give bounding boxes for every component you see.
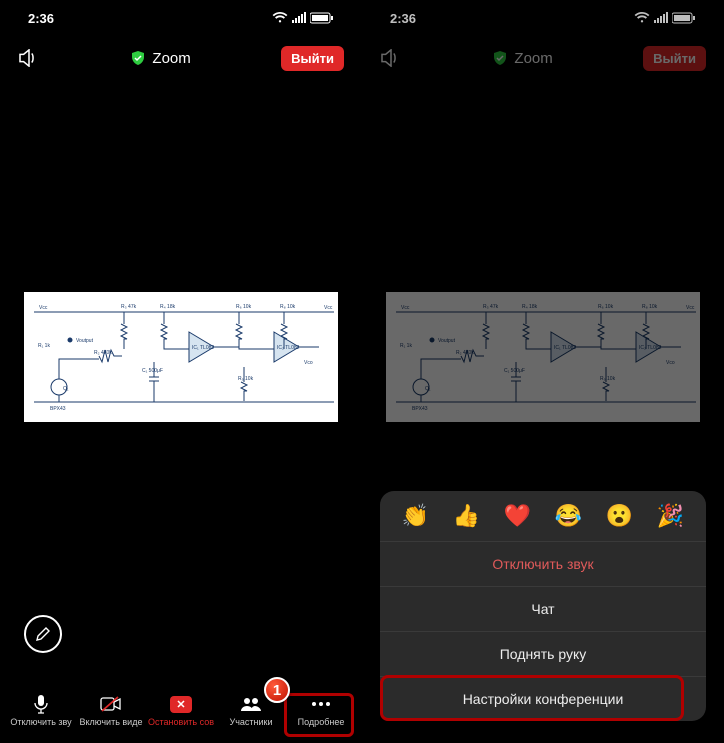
status-bar: 2:36 (362, 0, 724, 36)
svg-text:IC₁ TL082: IC₁ TL082 (554, 345, 576, 351)
shared-content: Vcc R₃ 47k R₄ 18k R₆ 10k R₈ 10k Voutput … (386, 292, 700, 422)
svg-text:IC₁ TL082: IC₁ TL082 (192, 345, 214, 351)
microphone-icon (33, 694, 49, 714)
svg-text:Vco: Vco (666, 360, 675, 366)
svg-text:R₄ 18k: R₄ 18k (522, 304, 538, 310)
svg-text:R₃ 47k: R₃ 47k (483, 304, 499, 310)
signal-icon (654, 12, 668, 24)
participants-label: Участники (230, 717, 273, 727)
clock-time: 2:36 (390, 11, 416, 26)
menu-meeting-settings[interactable]: Настройки конференции (380, 677, 706, 721)
leave-button[interactable]: Выйти (281, 46, 344, 71)
phone-screen-left: 2:36 Zoom Выйти (0, 0, 362, 743)
meeting-top-bar: Zoom Выйти (0, 36, 362, 80)
stop-share-button[interactable]: ✕ Остановить сов (146, 693, 216, 727)
more-menu: 👏 👍 ❤️ 😂 😮 🎉 Отключить звук Чат Поднять … (380, 491, 706, 721)
signal-icon (292, 12, 306, 24)
speaker-icon[interactable] (380, 49, 402, 67)
more-button[interactable]: Подробнее (286, 693, 356, 727)
svg-text:R₁ 1k: R₁ 1k (38, 343, 50, 349)
svg-text:R₆ 10k: R₆ 10k (598, 304, 614, 310)
shield-icon (492, 50, 508, 66)
svg-text:C₁ 500μF: C₁ 500μF (142, 368, 163, 374)
svg-text:R₂ 470k: R₂ 470k (94, 350, 112, 356)
reaction-laugh[interactable]: 😂 (555, 503, 582, 529)
video-button[interactable]: Включить виде (76, 693, 146, 727)
svg-text:Q₁: Q₁ (425, 386, 431, 392)
reaction-wow[interactable]: 😮 (606, 503, 633, 529)
video-label: Включить виде (80, 717, 143, 727)
speaker-icon[interactable] (18, 49, 40, 67)
participants-icon (240, 696, 262, 712)
wifi-icon (634, 12, 650, 24)
svg-text:Vcc: Vcc (401, 305, 410, 311)
svg-text:R₂ 470k: R₂ 470k (456, 350, 474, 356)
svg-text:R₁ 1k: R₁ 1k (400, 343, 412, 349)
participants-button[interactable]: Участники (216, 693, 286, 727)
leave-button[interactable]: Выйти (643, 46, 706, 71)
svg-text:R₆ 10k: R₆ 10k (236, 304, 252, 310)
more-horizontal-icon (310, 701, 332, 707)
menu-chat[interactable]: Чат (380, 587, 706, 632)
status-bar: 2:36 (0, 0, 362, 36)
mute-label: Отключить зву (10, 717, 71, 727)
svg-text:Q₁: Q₁ (63, 386, 69, 392)
reaction-party[interactable]: 🎉 (657, 503, 684, 529)
pencil-icon (35, 626, 51, 642)
stop-share-label: Остановить сов (148, 717, 214, 727)
menu-raise-hand[interactable]: Поднять руку (380, 632, 706, 677)
phone-screen-right: 2:36 Zoom Выйти (362, 0, 724, 743)
shield-icon (130, 50, 146, 66)
svg-text:R₅ 10k: R₅ 10k (238, 376, 254, 382)
meeting-top-bar: Zoom Выйти (362, 36, 724, 80)
svg-text:R₄ 18k: R₄ 18k (160, 304, 176, 310)
battery-icon (310, 12, 334, 24)
reaction-clap[interactable]: 👏 (402, 503, 429, 529)
annotate-button[interactable] (24, 615, 62, 653)
mute-button[interactable]: Отключить зву (6, 693, 76, 727)
meeting-title: Zoom (130, 50, 190, 67)
svg-text:BPX43: BPX43 (412, 406, 428, 412)
status-icons (272, 12, 334, 24)
menu-mute-audio[interactable]: Отключить звук (380, 542, 706, 587)
reaction-row: 👏 👍 ❤️ 😂 😮 🎉 (380, 491, 706, 542)
svg-text:BPX43: BPX43 (50, 406, 66, 412)
meeting-title: Zoom (492, 50, 552, 67)
status-icons (634, 12, 696, 24)
battery-icon (672, 12, 696, 24)
reaction-heart[interactable]: ❤️ (504, 503, 531, 529)
circuit-diagram: Vcc R₃ 47k R₄ 18k R₆ 10k R₈ 10k Voutput … (386, 292, 700, 422)
title-text: Zoom (514, 50, 552, 67)
stop-icon: ✕ (170, 696, 191, 713)
clock-time: 2:36 (28, 11, 54, 26)
wifi-icon (272, 12, 288, 24)
meeting-bottom-bar: Отключить зву Включить виде ✕ Остановить… (0, 683, 362, 743)
svg-text:R₅ 10k: R₅ 10k (600, 376, 616, 382)
title-text: Zoom (152, 50, 190, 67)
svg-text:Vco: Vco (304, 360, 313, 366)
shared-content: Vcc R₃ 47k R₄ 18k R₆ 10k R₈ 10k Voutput … (24, 292, 338, 422)
svg-text:Vcc: Vcc (39, 305, 48, 311)
svg-text:Voutput: Voutput (76, 338, 94, 344)
svg-text:Vcc: Vcc (686, 305, 695, 311)
reaction-thumbs-up[interactable]: 👍 (453, 503, 480, 529)
svg-text:C₁ 500μF: C₁ 500μF (504, 368, 525, 374)
circuit-diagram: Vcc R₃ 47k R₄ 18k R₆ 10k R₈ 10k Voutput … (24, 292, 338, 422)
svg-text:R₃ 47k: R₃ 47k (121, 304, 137, 310)
svg-text:IC₂ TL082: IC₂ TL082 (277, 345, 300, 351)
svg-text:IC₂ TL082: IC₂ TL082 (639, 345, 662, 351)
svg-text:R₈ 10k: R₈ 10k (642, 304, 658, 310)
more-label: Подробнее (298, 717, 345, 727)
svg-text:Vcc: Vcc (324, 305, 333, 311)
svg-text:Voutput: Voutput (438, 338, 456, 344)
video-off-icon (100, 696, 122, 712)
svg-text:R₈ 10k: R₈ 10k (280, 304, 296, 310)
